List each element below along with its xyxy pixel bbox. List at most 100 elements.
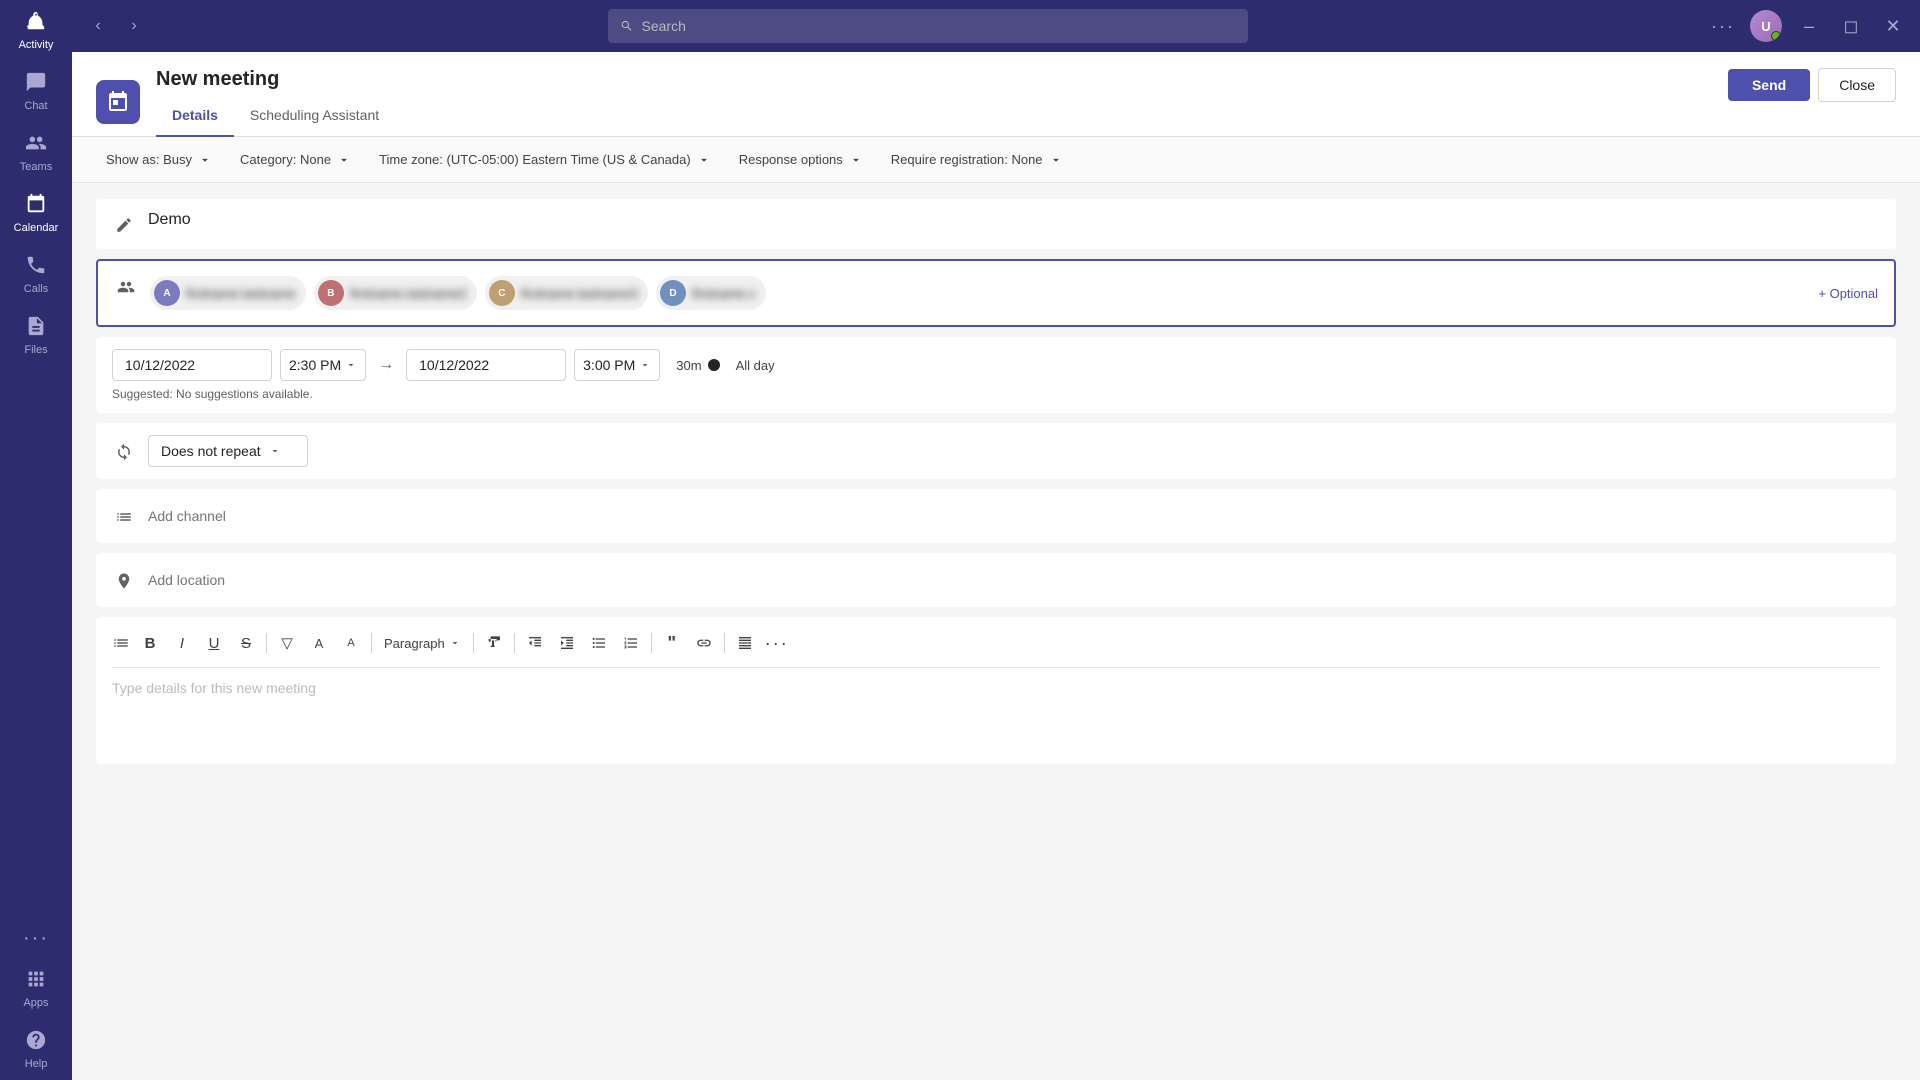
location-row	[96, 553, 1896, 607]
more-formatting-button[interactable]: ···	[761, 627, 793, 659]
response-options-dropdown[interactable]: Response options	[729, 147, 873, 172]
attendee-avatar: A	[154, 280, 180, 306]
sidebar-item-chat[interactable]: Chat	[0, 61, 72, 122]
send-button[interactable]: Send	[1728, 69, 1810, 101]
datetime-row: 2:30 PM → 3:00 PM 30m All day Suggested:…	[96, 337, 1896, 413]
maximize-button[interactable]: ◻	[1836, 11, 1866, 41]
format-painter-button[interactable]	[478, 627, 510, 659]
files-icon	[25, 315, 47, 341]
sidebar-item-teams[interactable]: Teams	[0, 122, 72, 183]
minimize-button[interactable]: –	[1794, 11, 1824, 41]
sidebar-item-activity[interactable]: Activity	[0, 0, 72, 61]
start-time-value: 2:30 PM	[289, 357, 341, 373]
close-window-button[interactable]: ✕	[1878, 11, 1908, 41]
divider	[266, 633, 267, 653]
end-date-input[interactable]	[406, 349, 566, 381]
meeting-icon	[96, 80, 140, 124]
repeat-select[interactable]: Does not repeat	[148, 435, 308, 467]
all-day-label: All day	[736, 358, 775, 373]
sidebar-item-help[interactable]: Help	[0, 1019, 72, 1080]
show-as-label: Show as: Busy	[106, 152, 192, 167]
require-registration-dropdown[interactable]: Require registration: None	[881, 147, 1073, 172]
titlebar-right: ··· U – ◻ ✕	[1708, 10, 1908, 42]
underline-button[interactable]: U	[198, 627, 230, 659]
numbered-list-button[interactable]	[615, 627, 647, 659]
more-icon: ···	[23, 928, 49, 948]
channel-input[interactable]	[148, 508, 1880, 524]
divider2	[371, 633, 372, 653]
font-size-button[interactable]: A	[335, 627, 367, 659]
more-options-button[interactable]: ···	[1708, 11, 1738, 41]
outdent-button[interactable]	[519, 627, 551, 659]
chat-icon	[25, 71, 47, 97]
bold-button[interactable]: B	[134, 627, 166, 659]
category-label: Category: None	[240, 152, 331, 167]
attendee-chip: D firstname.x	[656, 276, 766, 310]
avatar[interactable]: U	[1750, 10, 1782, 42]
font-color-button[interactable]: ▽	[271, 627, 303, 659]
link-button[interactable]	[688, 627, 720, 659]
quote-button[interactable]: "	[656, 627, 688, 659]
sidebar-item-files[interactable]: Files	[0, 305, 72, 366]
sidebar-item-apps[interactable]: Apps	[0, 958, 72, 1019]
edit-icon	[112, 213, 136, 237]
nav-forward-button[interactable]: ›	[120, 12, 148, 40]
tab-scheduling[interactable]: Scheduling Assistant	[234, 99, 395, 137]
sidebar-item-teams-label: Teams	[20, 161, 52, 173]
start-date-input[interactable]	[112, 349, 272, 381]
title-row	[96, 199, 1896, 249]
timezone-dropdown[interactable]: Time zone: (UTC-05:00) Eastern Time (US …	[369, 147, 721, 172]
category-dropdown[interactable]: Category: None	[230, 147, 361, 172]
attendee-chip: A firstname.lastname	[150, 276, 306, 310]
sidebar-item-activity-label: Activity	[19, 39, 54, 51]
meeting-title-area: New meeting Details Scheduling Assistant	[156, 68, 395, 136]
main-content: New meeting Details Scheduling Assistant…	[72, 52, 1920, 1080]
strikethrough-button[interactable]: S	[230, 627, 262, 659]
duration-badge: 30m	[668, 354, 727, 377]
sidebar-item-more[interactable]: ···	[0, 918, 72, 958]
tab-details[interactable]: Details	[156, 99, 234, 137]
repeat-icon	[112, 440, 136, 464]
indent-button[interactable]	[551, 627, 583, 659]
attendees-content: A firstname.lastname B firstname.lastnam…	[150, 273, 1878, 313]
suggested-text: Suggested: No suggestions available.	[112, 387, 1880, 401]
require-registration-label: Require registration: None	[891, 152, 1043, 167]
optional-link[interactable]: + Optional	[1818, 286, 1878, 301]
editor-content[interactable]: Type details for this new meeting	[112, 668, 1880, 748]
avatar-status	[1771, 31, 1781, 41]
start-time-select[interactable]: 2:30 PM	[280, 349, 366, 381]
location-input[interactable]	[148, 572, 1880, 588]
apps-icon	[25, 968, 47, 994]
titlebar: ‹ › ··· U – ◻ ✕	[72, 0, 1920, 52]
sidebar-item-calls[interactable]: Calls	[0, 244, 72, 305]
sidebar: Activity Chat Teams Calendar Calls Files…	[0, 0, 72, 1080]
sidebar-item-chat-label: Chat	[24, 100, 47, 112]
attendee-chip: B firstname.lastname2	[314, 276, 477, 310]
highlight-button[interactable]: A	[303, 627, 335, 659]
close-button[interactable]: Close	[1818, 68, 1896, 102]
nav-back-button[interactable]: ‹	[84, 12, 112, 40]
divider5	[651, 633, 652, 653]
teams-icon	[25, 132, 47, 158]
meeting-title-input[interactable]	[148, 211, 1880, 229]
channel-row	[96, 489, 1896, 543]
attendee-name: firstname.lastname3	[521, 286, 638, 301]
meeting-title: New meeting	[156, 68, 279, 91]
list-icon-area	[112, 634, 130, 652]
meeting-tabs: Details Scheduling Assistant	[156, 99, 395, 136]
end-time-select[interactable]: 3:00 PM	[574, 349, 660, 381]
align-button[interactable]	[729, 627, 761, 659]
activity-icon	[25, 10, 47, 36]
attendee-name: firstname.x	[692, 286, 756, 301]
search-input[interactable]	[642, 18, 1236, 34]
show-as-dropdown[interactable]: Show as: Busy	[96, 147, 222, 172]
attendee-avatar: B	[318, 280, 344, 306]
paragraph-select[interactable]: Paragraph	[376, 632, 469, 655]
italic-button[interactable]: I	[166, 627, 198, 659]
sidebar-item-calendar[interactable]: Calendar	[0, 183, 72, 244]
calls-icon	[25, 254, 47, 280]
editor-placeholder: Type details for this new meeting	[112, 680, 316, 696]
meeting-header-right: Send Close	[1728, 68, 1896, 114]
title-field-content	[148, 211, 1880, 229]
bullet-list-button[interactable]	[583, 627, 615, 659]
